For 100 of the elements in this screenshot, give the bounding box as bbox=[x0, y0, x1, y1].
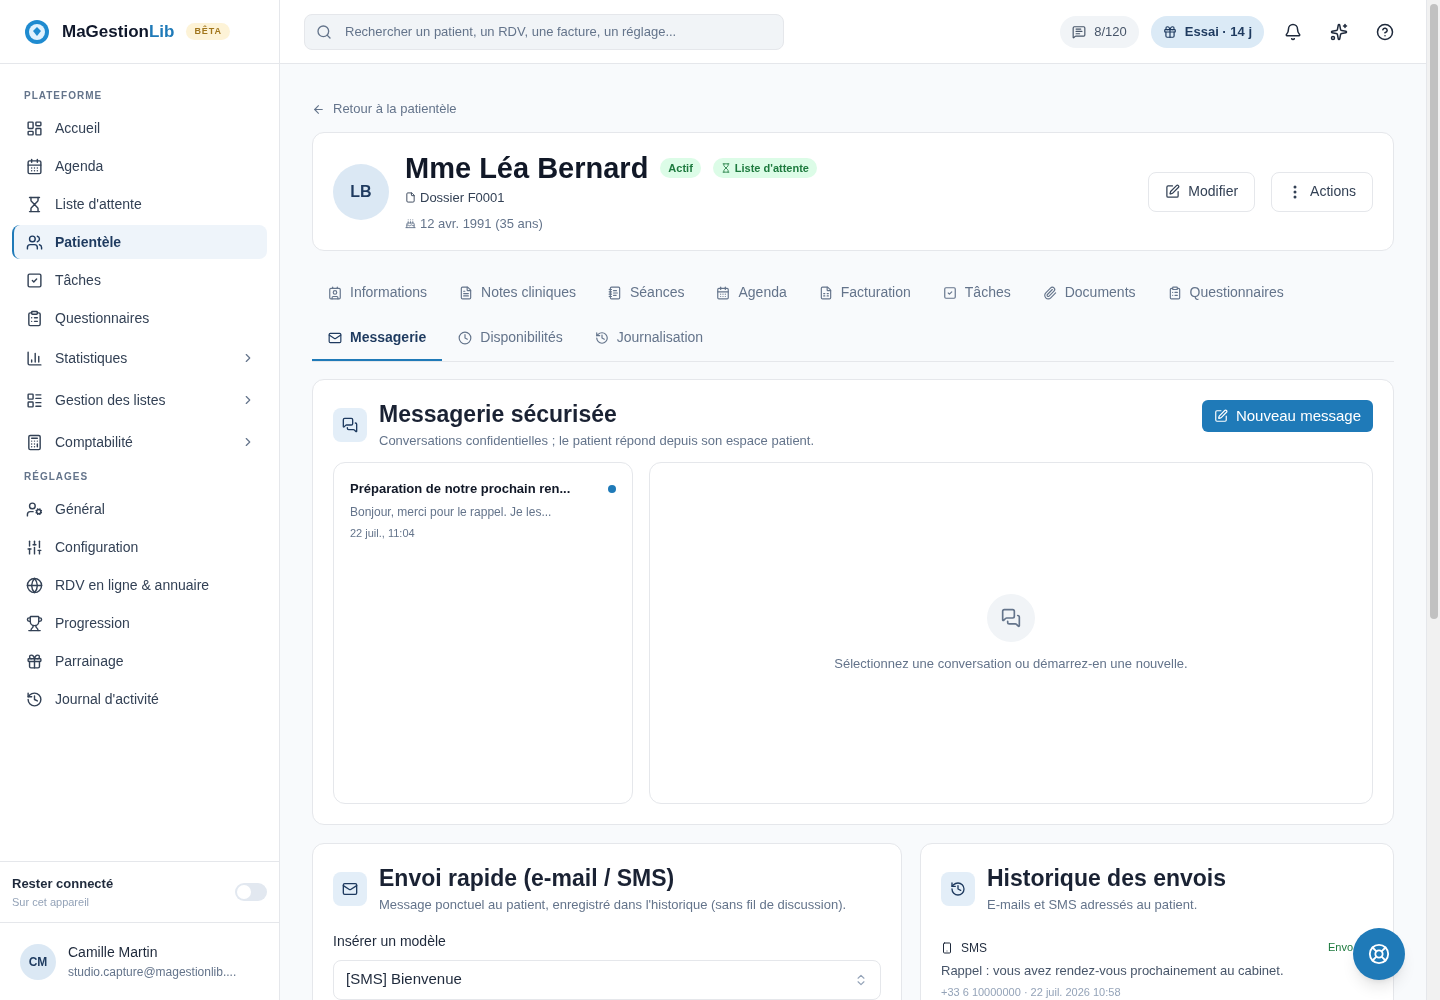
channel-label: SMS bbox=[961, 939, 988, 957]
history-icon bbox=[26, 690, 43, 708]
actions-button[interactable]: Actions bbox=[1271, 171, 1373, 212]
clock-icon bbox=[458, 330, 473, 345]
sidebar-item[interactable]: Progression bbox=[12, 606, 267, 640]
history-meta: +33 6 10000000 · 22 juil. 2026 10:58 bbox=[941, 985, 1122, 1000]
notifications-icon[interactable] bbox=[1284, 22, 1302, 41]
search-field[interactable]: Rechercher un patient, un RDV, une facture, un réglage... bbox=[304, 13, 784, 50]
sidebar-item[interactable]: Liste d'attente bbox=[12, 187, 267, 221]
clipboard-icon bbox=[1167, 285, 1182, 300]
cake-icon bbox=[405, 217, 416, 229]
template-label: Insérer un modèle bbox=[333, 931, 447, 951]
sidebar-item[interactable]: Comptabilité bbox=[12, 423, 267, 461]
history-icon bbox=[594, 330, 609, 345]
phone-icon bbox=[941, 941, 953, 954]
calendar-icon bbox=[716, 285, 731, 300]
user-gear-icon bbox=[26, 500, 43, 518]
trial-badge[interactable]: Essai · 14 j bbox=[1150, 15, 1264, 48]
calculator-icon bbox=[26, 433, 43, 451]
empty-state-text: Sélectionnez une conversation ou démarrez-en une nouvelle. bbox=[834, 654, 1188, 673]
birth-date: 12 avr. 1991 (35 ans) bbox=[420, 214, 543, 233]
logo-icon bbox=[24, 18, 50, 45]
gift-icon bbox=[1162, 24, 1177, 39]
gift-icon bbox=[26, 652, 43, 670]
mail-icon bbox=[342, 881, 358, 898]
send-status: Envo bbox=[1327, 940, 1353, 956]
tab[interactable]: Documents bbox=[1026, 271, 1152, 316]
tab[interactable]: Séances bbox=[592, 271, 701, 316]
tab[interactable]: Facturation bbox=[802, 271, 927, 316]
paperclip-icon bbox=[1042, 285, 1057, 300]
sidebar-item[interactable]: Gestion des listes bbox=[12, 381, 267, 419]
new-message-button[interactable]: Nouveau message bbox=[1201, 400, 1373, 432]
sidebar-item[interactable]: Accueil bbox=[12, 111, 267, 145]
calendar-icon bbox=[26, 157, 43, 175]
message-icon bbox=[1072, 24, 1087, 39]
section-heading: RÉGLAGES bbox=[23, 469, 90, 484]
sms-counter[interactable]: 8/120 bbox=[1060, 15, 1139, 48]
conversation-preview: Bonjour, merci pour le rappel. Je les... bbox=[350, 503, 553, 521]
more-vertical-icon bbox=[1293, 184, 1298, 199]
card-title: Historique des envois bbox=[987, 864, 1226, 893]
card-subtitle: E-mails et SMS adressés au patient. bbox=[987, 896, 1199, 914]
sidebar-item[interactable]: Général bbox=[12, 492, 267, 526]
tab[interactable]: Disponibilités bbox=[442, 316, 579, 361]
user-avatar: CM bbox=[20, 943, 56, 980]
scrollbar[interactable] bbox=[1426, 0, 1440, 1000]
tab[interactable]: Tâches bbox=[926, 271, 1027, 316]
card-subtitle: Message ponctuel au patient, enregistré dans l'historique (sans fil de discussion). bbox=[379, 896, 847, 914]
user-email: studio.capture@magestionlib.... bbox=[68, 964, 237, 981]
sidebar-item[interactable]: RDV en ligne & annuaire bbox=[12, 568, 267, 602]
help-icon[interactable] bbox=[1376, 22, 1394, 41]
back-link[interactable]: Retour à la patientèle bbox=[312, 100, 1394, 118]
sparkles-icon[interactable] bbox=[1330, 22, 1348, 41]
sidebar-item[interactable]: Parrainage bbox=[12, 644, 267, 678]
trophy-icon bbox=[26, 614, 43, 632]
history-icon bbox=[950, 881, 966, 898]
conversation-item[interactable]: Préparation de notre prochain ren... Bonjour, merci pour le rappel. Je les... 22 juil., 11:04 bbox=[350, 479, 616, 542]
sidebar-item[interactable]: Agenda bbox=[12, 149, 267, 183]
search-icon bbox=[316, 23, 332, 40]
sidebar-item[interactable]: Statistiques bbox=[12, 339, 267, 377]
file-icon bbox=[405, 192, 416, 204]
invoice-icon bbox=[818, 285, 833, 300]
contact-card-icon bbox=[328, 285, 342, 300]
edit-icon bbox=[1165, 184, 1181, 199]
waitlist-badge: Liste d'attente bbox=[712, 157, 817, 179]
checkbox-icon bbox=[26, 271, 43, 289]
conversation-time: 22 juil., 11:04 bbox=[350, 525, 416, 541]
card-subtitle: Conversations confidentielles ; le patient répond depuis son espace patient. bbox=[379, 431, 815, 450]
arrow-left-icon bbox=[312, 102, 325, 116]
sidebar-item[interactable]: Tâches bbox=[12, 263, 267, 297]
patient-name: Mme Léa Bernard bbox=[405, 150, 649, 186]
edit-button[interactable]: Modifier bbox=[1148, 171, 1256, 212]
list-icon bbox=[26, 391, 43, 409]
stay-connected-label: Rester connecté bbox=[12, 875, 115, 893]
sidebar-item[interactable]: Configuration bbox=[12, 530, 267, 564]
tab[interactable]: Informations bbox=[312, 271, 444, 316]
tab[interactable]: Questionnaires bbox=[1151, 271, 1300, 316]
checkbox-icon bbox=[942, 285, 957, 300]
bar-chart-icon bbox=[26, 349, 43, 367]
brand-name: MaGestionLib bbox=[62, 20, 175, 43]
sidebar-item[interactable]: Questionnaires bbox=[12, 301, 267, 335]
mail-icon bbox=[328, 330, 342, 345]
template-select[interactable]: [SMS] Bienvenue bbox=[333, 959, 881, 1000]
card-title: Envoi rapide (e-mail / SMS) bbox=[379, 864, 676, 893]
toggle-switch[interactable] bbox=[235, 883, 267, 901]
conversation-title: Préparation de notre prochain ren... bbox=[350, 480, 572, 499]
tab[interactable]: Journalisation bbox=[578, 316, 720, 361]
chat-bubbles-icon bbox=[342, 417, 358, 433]
sidebar-item[interactable]: Patientèle bbox=[12, 225, 267, 259]
lifebuoy-icon bbox=[1368, 943, 1390, 965]
file-number: Dossier F0001 bbox=[420, 189, 505, 208]
clipboard-icon bbox=[26, 309, 43, 327]
document-icon bbox=[459, 285, 474, 300]
sidebar-item[interactable]: Journal d'activité bbox=[12, 682, 267, 716]
status-badge: Actif bbox=[660, 157, 701, 179]
tab[interactable]: Notes cliniques bbox=[443, 271, 592, 316]
user-name: Camille Martin bbox=[68, 943, 159, 962]
hourglass-icon bbox=[26, 195, 43, 213]
tab[interactable]: Messagerie bbox=[312, 316, 443, 361]
globe-icon bbox=[26, 576, 43, 594]
tab[interactable]: Agenda bbox=[700, 271, 803, 316]
